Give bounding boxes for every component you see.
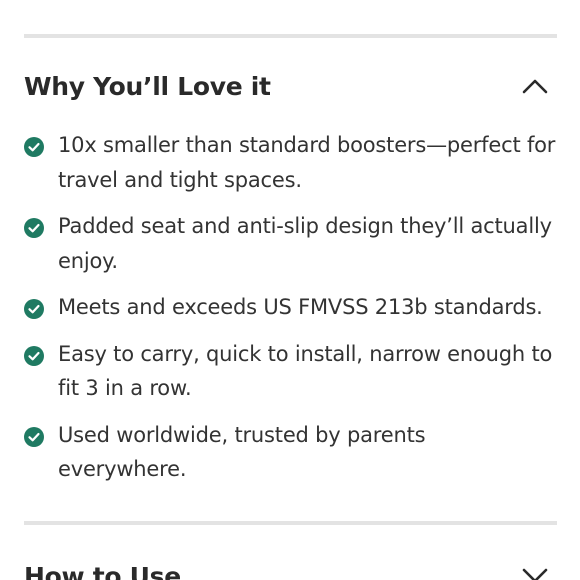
list-item: Meets and exceeds US FMVSS 213b standard… xyxy=(24,290,557,325)
section-divider xyxy=(24,521,557,525)
product-accordion: Why You’ll Love it 10x smaller than stan… xyxy=(0,0,580,580)
check-circle-icon xyxy=(24,218,44,238)
accordion-header-why-youll-love-it[interactable]: Why You’ll Love it xyxy=(24,66,557,106)
list-item-text: 10x smaller than standard boosters—perfe… xyxy=(58,133,556,192)
chevron-down-icon[interactable] xyxy=(521,562,549,580)
check-circle-icon xyxy=(24,345,44,366)
benefits-list: 10x smaller than standard boosters—perfe… xyxy=(24,128,557,499)
list-item: 10x smaller than standard boosters—perfe… xyxy=(24,128,557,197)
list-item: Easy to carry, quick to install, narrow … xyxy=(24,337,557,406)
section-divider xyxy=(24,34,557,38)
accordion-header-how-to-use[interactable]: How to Use xyxy=(24,556,557,580)
check-circle-icon xyxy=(24,137,44,157)
list-item-text: Meets and exceeds US FMVSS 213b standard… xyxy=(58,295,543,319)
list-item-text: Used worldwide, trusted by parents every… xyxy=(58,422,426,482)
list-item: Used worldwide, trusted by parents every… xyxy=(24,418,557,487)
list-item: Padded seat and anti-slip design they’ll… xyxy=(24,209,557,278)
list-item-text: Padded seat and anti-slip design they’ll… xyxy=(58,214,552,273)
accordion-title: How to Use xyxy=(24,561,181,580)
list-item-text: Easy to carry, quick to install, narrow … xyxy=(58,341,553,401)
chevron-up-icon[interactable] xyxy=(521,72,549,100)
check-circle-icon xyxy=(24,426,44,447)
accordion-title: Why You’ll Love it xyxy=(24,71,271,101)
check-circle-icon xyxy=(24,299,44,319)
